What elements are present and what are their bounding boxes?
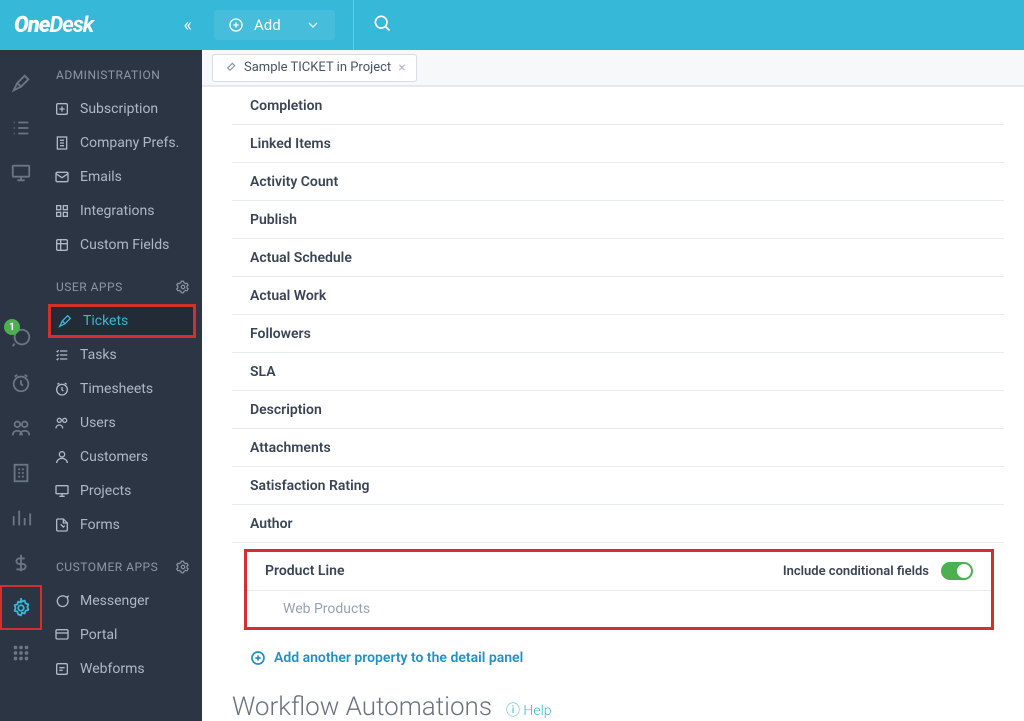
close-icon[interactable]: × [398, 60, 405, 76]
nav-subscription[interactable]: Subscription [42, 92, 202, 126]
rail-settings-icon[interactable] [0, 585, 42, 630]
main: Add Sample TICKET in Project × Completio… [202, 0, 1024, 721]
rail-building-icon[interactable] [0, 450, 42, 495]
product-line-highlight: Product Line Include conditional fields … [244, 549, 994, 630]
nav-integrations[interactable]: Integrations [42, 194, 202, 228]
nav-company-prefs[interactable]: Company Prefs. [42, 126, 202, 160]
nav-label: Integrations [80, 203, 154, 219]
field-attachments[interactable]: Attachments [232, 429, 1004, 467]
search-icon [372, 13, 392, 33]
field-publish[interactable]: Publish [232, 201, 1004, 239]
nav-label: Tasks [80, 347, 117, 363]
field-actual-schedule[interactable]: Actual Schedule [232, 239, 1004, 277]
nav-projects[interactable]: Projects [42, 474, 202, 508]
field-satisfaction-rating[interactable]: Satisfaction Rating [232, 467, 1004, 505]
field-actual-work[interactable]: Actual Work [232, 277, 1004, 315]
section-customer-apps: CUSTOMER APPS [42, 542, 202, 584]
divider [353, 0, 354, 50]
plus-circle-icon [228, 17, 244, 33]
field-sla[interactable]: SLA [232, 353, 1004, 391]
field-completion[interactable]: Completion [232, 87, 1004, 125]
plus-circle-icon [250, 650, 266, 666]
header-strip: OneDesk « [0, 0, 202, 50]
nav-label: Custom Fields [80, 237, 169, 253]
icon-rail: 1 [0, 0, 42, 721]
field-product-line[interactable]: Product Line Include conditional fields [247, 552, 991, 591]
chevron-down-icon [305, 17, 321, 33]
add-property-button[interactable]: Add another property to the detail panel [202, 636, 1024, 680]
nav-timesheets[interactable]: Timesheets [42, 372, 202, 406]
nav-tickets[interactable]: Tickets [48, 304, 196, 338]
section-administration: ADMINISTRATION [42, 50, 202, 92]
nav-label: Webforms [80, 661, 145, 677]
field-description[interactable]: Description [232, 391, 1004, 429]
nav-customers[interactable]: Customers [42, 440, 202, 474]
nav-label: Subscription [80, 101, 158, 117]
search-button[interactable] [372, 13, 392, 37]
section-user-apps: USER APPS [42, 262, 202, 304]
rail-chart-icon[interactable] [0, 495, 42, 540]
tab-title: Sample TICKET in Project [244, 60, 391, 75]
nav-label: Timesheets [80, 381, 153, 397]
field-author[interactable]: Author [232, 505, 1004, 543]
nav-custom-fields[interactable]: Custom Fields [42, 228, 202, 262]
rail-grid-icon[interactable] [0, 630, 42, 675]
add-label: Add [254, 16, 281, 34]
add-button[interactable]: Add [214, 10, 335, 40]
logo: OneDesk [14, 13, 93, 38]
nav-users[interactable]: Users [42, 406, 202, 440]
topbar: Add [202, 0, 1024, 50]
nav-portal[interactable]: Portal [42, 618, 202, 652]
nav-messenger[interactable]: Messenger [42, 584, 202, 618]
rail-chat-icon[interactable]: 1 [0, 315, 42, 360]
nav-label: Messenger [80, 593, 149, 609]
nav-tasks[interactable]: Tasks [42, 338, 202, 372]
rail-clock-icon[interactable] [0, 360, 42, 405]
nav-label: Company Prefs. [80, 135, 179, 151]
nav-forms[interactable]: Forms [42, 508, 202, 542]
nav-label: Customers [80, 449, 148, 465]
field-followers[interactable]: Followers [232, 315, 1004, 353]
nav-label: Portal [80, 627, 117, 643]
nav-label: Emails [80, 169, 122, 185]
collapse-sidebar-button[interactable]: « [184, 15, 192, 36]
help-link[interactable]: ⓘ Help [506, 700, 551, 720]
rail-pin-icon[interactable] [0, 60, 42, 105]
field-activity-count[interactable]: Activity Count [232, 163, 1004, 201]
tab-strip: Sample TICKET in Project × [202, 50, 1024, 86]
nav-label: Users [80, 415, 116, 431]
content: Completion Linked Items Activity Count P… [202, 86, 1024, 721]
gear-icon[interactable] [176, 560, 190, 574]
field-list: Completion Linked Items Activity Count P… [202, 86, 1024, 680]
rail-users-icon[interactable] [0, 405, 42, 450]
nav-webforms[interactable]: Webforms [42, 652, 202, 686]
rail-badge: 1 [4, 319, 20, 335]
nav-label: Forms [80, 517, 120, 533]
nav-label: Tickets [83, 313, 128, 329]
conditional-toggle[interactable] [941, 562, 973, 580]
workflow-heading: Workflow Automations ⓘ Help [202, 680, 1024, 721]
nav-emails[interactable]: Emails [42, 160, 202, 194]
rail-list-icon[interactable] [0, 105, 42, 150]
rail-monitor-icon[interactable] [0, 150, 42, 195]
field-linked-items[interactable]: Linked Items [232, 125, 1004, 163]
conditional-label: Include conditional fields [783, 564, 929, 579]
gear-icon[interactable] [176, 280, 190, 294]
nav-label: Projects [80, 483, 131, 499]
rail-dollar-icon[interactable] [0, 540, 42, 585]
pin-icon [223, 61, 237, 75]
sidebar: OneDesk « ADMINISTRATION Subscription Co… [42, 0, 202, 721]
field-web-products[interactable]: Web Products [247, 591, 991, 627]
tab-sample-ticket[interactable]: Sample TICKET in Project × [212, 54, 417, 82]
